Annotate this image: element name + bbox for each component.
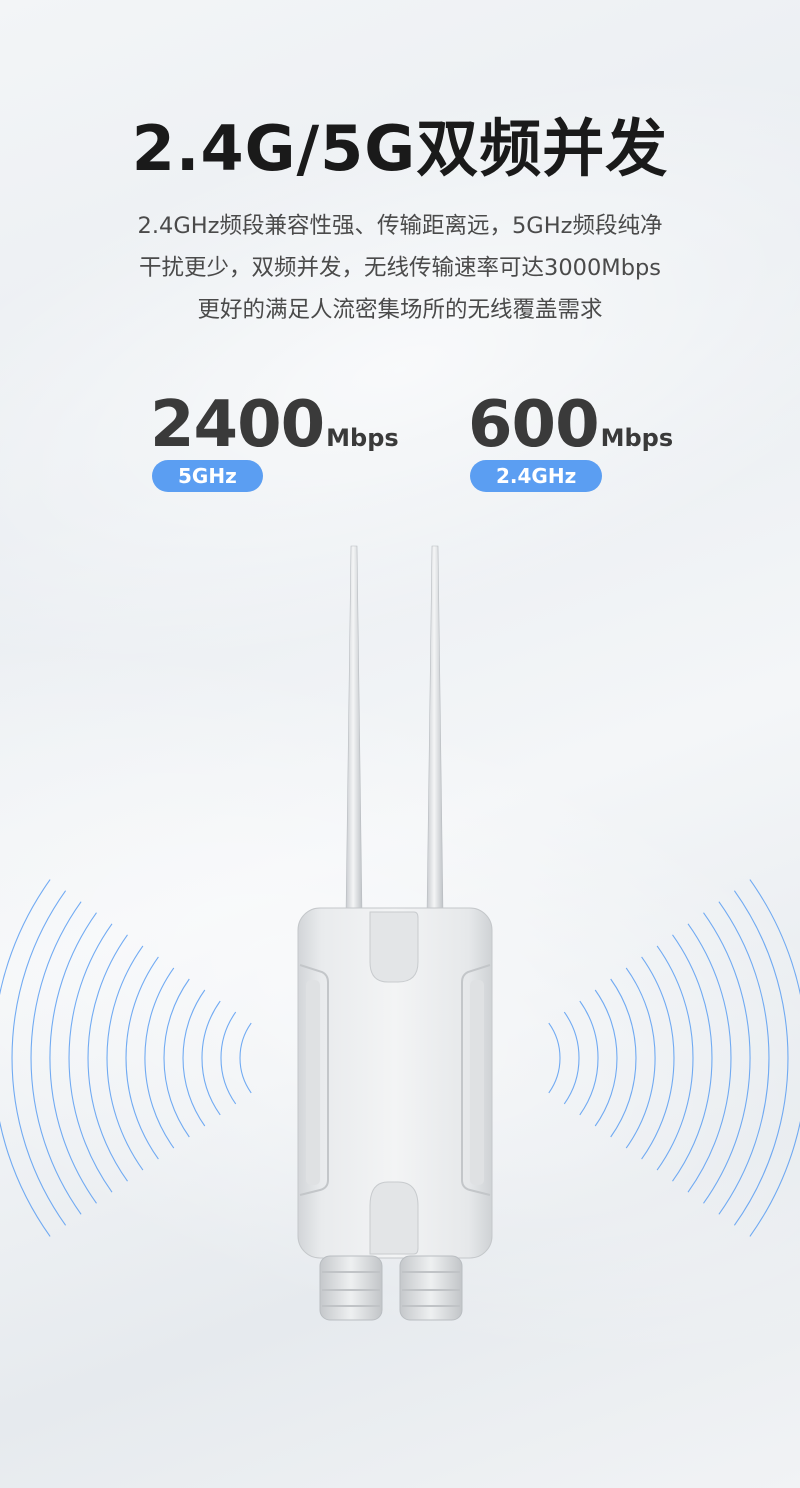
cable-gland-right [399, 1255, 463, 1321]
outdoor-router-icon [297, 545, 493, 1321]
router-enclosure [297, 907, 493, 1259]
antenna-right [426, 545, 444, 916]
cable-gland-left [319, 1255, 383, 1321]
product-feature-page: 2.4G/5G双频并发 2.4GHz频段兼容性强、传输距离远，5GHz频段纯净 … [0, 0, 800, 1488]
antenna-left [345, 545, 363, 916]
